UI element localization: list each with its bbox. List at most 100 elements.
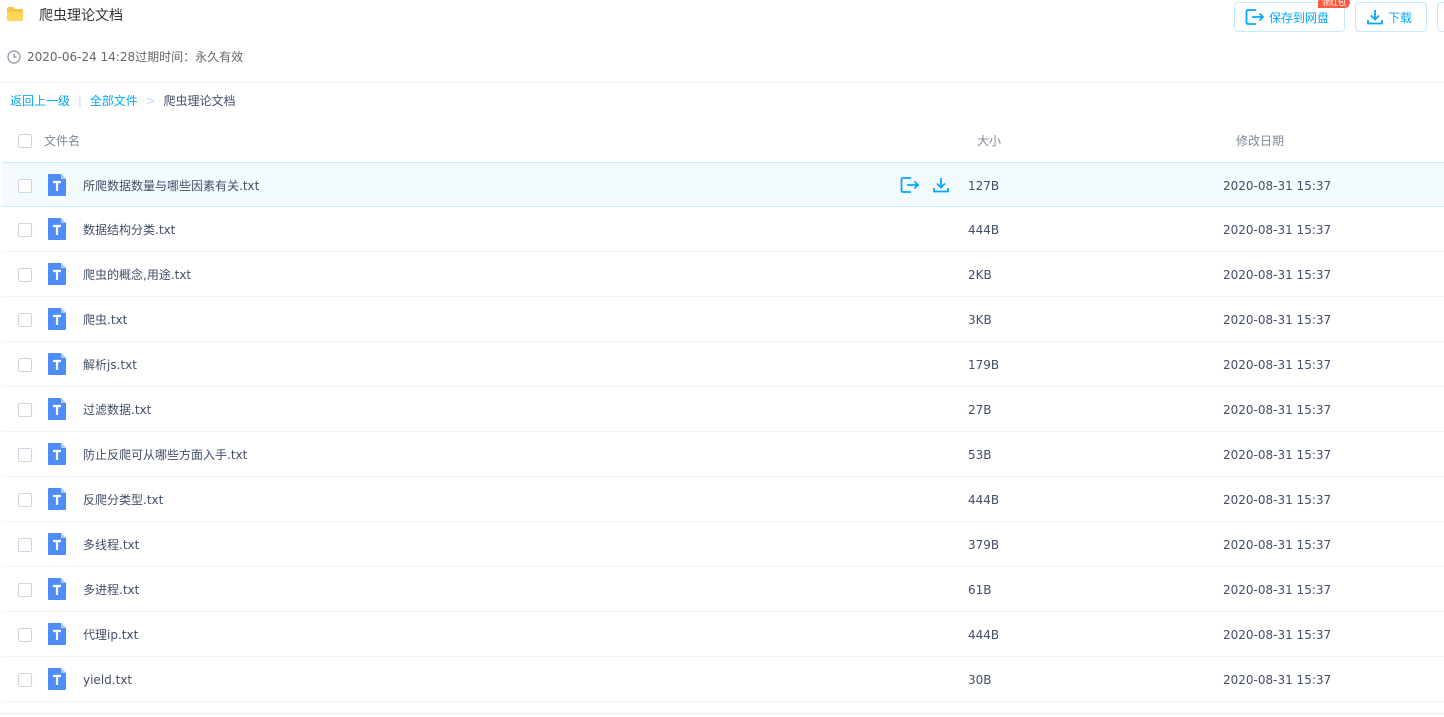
list-bottom-divider [0, 713, 1444, 714]
file-name[interactable]: 防止反爬可从哪些方面入手.txt [83, 447, 247, 463]
clock-icon [7, 50, 21, 64]
file-name[interactable]: 爬虫.txt [83, 312, 127, 328]
file-row[interactable]: 反爬分类型.txt 444B 2020-08-31 15:37 [2, 477, 1444, 522]
file-name[interactable]: 爬虫的概念,用途.txt [83, 267, 191, 283]
file-row[interactable]: 代理ip.txt 444B 2020-08-31 15:37 [2, 612, 1444, 657]
file-row[interactable]: 爬虫的概念,用途.txt 2KB 2020-08-31 15:37 [2, 252, 1444, 297]
file-modified-date: 2020-08-31 15:37 [1223, 583, 1332, 597]
file-row-checkbox[interactable] [18, 583, 32, 597]
column-header-size[interactable]: 大小 [977, 132, 1001, 149]
breadcrumb-separator: | [77, 94, 82, 108]
file-row-checkbox[interactable] [18, 268, 32, 282]
file-size: 127B [968, 179, 1000, 193]
file-size: 3KB [968, 313, 992, 327]
txt-file-icon [48, 488, 66, 510]
file-row-checkbox[interactable] [18, 673, 32, 687]
file-row[interactable]: 解析js.txt 179B 2020-08-31 15:37 [2, 342, 1444, 387]
breadcrumb: 返回上一级 | 全部文件 > 爬虫理论文档 [10, 93, 235, 109]
file-size: 379B [968, 538, 1000, 552]
file-row-checkbox[interactable] [18, 179, 32, 193]
file-modified-date: 2020-08-31 15:37 [1223, 223, 1332, 237]
file-row[interactable]: 所爬数据数量与哪些因素有关.txt 127B 2020-08-31 15:37 [2, 162, 1444, 207]
file-row[interactable]: 数据结构分类.txt 444B 2020-08-31 15:37 [2, 207, 1444, 252]
file-modified-date: 2020-08-31 15:37 [1223, 673, 1332, 687]
file-modified-date: 2020-08-31 15:37 [1223, 358, 1332, 372]
file-row-checkbox[interactable] [18, 313, 32, 327]
file-modified-date: 2020-08-31 15:37 [1223, 628, 1332, 642]
txt-file-icon [48, 353, 66, 375]
txt-file-icon [48, 623, 66, 645]
file-name[interactable]: 多进程.txt [83, 582, 139, 598]
txt-file-icon [48, 174, 66, 196]
share-meta: 2020-06-24 14:28 过期时间： 永久有效 [7, 49, 243, 65]
save-to-disk-icon [1245, 9, 1265, 25]
share-created-time: 2020-06-24 14:28 [27, 50, 136, 64]
share-title: 爬虫理论文档 [39, 8, 123, 24]
breadcrumb-all-files-link[interactable]: 全部文件 [90, 94, 138, 108]
file-modified-date: 2020-08-31 15:37 [1223, 268, 1332, 282]
file-row-checkbox[interactable] [18, 403, 32, 417]
breadcrumb-arrow: > [145, 94, 156, 108]
row-actions [900, 176, 950, 194]
select-all-checkbox[interactable] [18, 134, 32, 148]
more-button[interactable] [1437, 2, 1444, 32]
download-icon[interactable] [932, 176, 950, 194]
download-button-label: 下载 [1388, 10, 1413, 25]
file-row[interactable]: 爬虫.txt 3KB 2020-08-31 15:37 [2, 297, 1444, 342]
file-row[interactable]: 防止反爬可从哪些方面入手.txt 53B 2020-08-31 15:37 [2, 432, 1444, 477]
file-size: 53B [968, 448, 992, 462]
txt-file-icon [48, 443, 66, 465]
promo-badge: 领红包 [1318, 0, 1350, 8]
file-row[interactable]: yield.txt 30B 2020-08-31 15:37 [2, 657, 1444, 702]
file-modified-date: 2020-08-31 15:37 [1223, 448, 1332, 462]
file-list-header: 文件名 大小 修改日期 [0, 118, 1444, 162]
file-name[interactable]: 过滤数据.txt [83, 402, 151, 418]
file-row-checkbox[interactable] [18, 493, 32, 507]
breadcrumb-back-link[interactable]: 返回上一级 [10, 94, 70, 108]
file-modified-date: 2020-08-31 15:37 [1223, 538, 1332, 552]
share-header: 爬虫理论文档 2020-06-24 14:28 过期时间： 永久有效 保存到网盘… [0, 0, 1444, 83]
save-to-disk-icon[interactable] [900, 176, 920, 194]
folder-icon [7, 7, 23, 21]
txt-file-icon [48, 218, 66, 240]
txt-file-icon [48, 398, 66, 420]
column-header-name[interactable]: 文件名 [44, 132, 80, 149]
file-modified-date: 2020-08-31 15:37 [1223, 179, 1332, 193]
file-list: 所爬数据数量与哪些因素有关.txt 127B 2020-08-31 15:37 … [2, 162, 1444, 702]
file-name[interactable]: 数据结构分类.txt [83, 222, 175, 238]
file-row-checkbox[interactable] [18, 448, 32, 462]
file-name[interactable]: 反爬分类型.txt [83, 492, 163, 508]
file-modified-date: 2020-08-31 15:37 [1223, 403, 1332, 417]
save-button-label: 保存到网盘 [1269, 10, 1330, 25]
file-row-checkbox[interactable] [18, 538, 32, 552]
txt-file-icon [48, 308, 66, 330]
download-icon [1367, 10, 1383, 25]
file-size: 179B [968, 358, 1000, 372]
file-row-checkbox[interactable] [18, 223, 32, 237]
file-row[interactable]: 多进程.txt 61B 2020-08-31 15:37 [2, 567, 1444, 612]
file-name[interactable]: 解析js.txt [83, 357, 137, 373]
file-name[interactable]: yield.txt [83, 672, 132, 688]
file-size: 2KB [968, 268, 992, 282]
file-size: 444B [968, 628, 1000, 642]
file-size: 444B [968, 223, 1000, 237]
file-size: 444B [968, 493, 1000, 507]
expire-label: 过期时间： [135, 50, 196, 64]
file-size: 30B [968, 673, 992, 687]
column-header-date[interactable]: 修改日期 [1236, 132, 1284, 149]
file-modified-date: 2020-08-31 15:37 [1223, 313, 1332, 327]
file-name[interactable]: 所爬数据数量与哪些因素有关.txt [83, 178, 259, 194]
file-size: 27B [968, 403, 992, 417]
file-row[interactable]: 多线程.txt 379B 2020-08-31 15:37 [2, 522, 1444, 567]
file-row-checkbox[interactable] [18, 358, 32, 372]
file-name[interactable]: 多线程.txt [83, 537, 139, 553]
txt-file-icon [48, 668, 66, 690]
file-row[interactable]: 过滤数据.txt 27B 2020-08-31 15:37 [2, 387, 1444, 432]
file-size: 61B [968, 583, 992, 597]
file-row-checkbox[interactable] [18, 628, 32, 642]
expire-value: 永久有效 [195, 50, 244, 64]
download-button[interactable]: 下载 [1355, 2, 1427, 32]
file-modified-date: 2020-08-31 15:37 [1223, 493, 1332, 507]
file-name[interactable]: 代理ip.txt [83, 627, 138, 643]
txt-file-icon [48, 533, 66, 555]
